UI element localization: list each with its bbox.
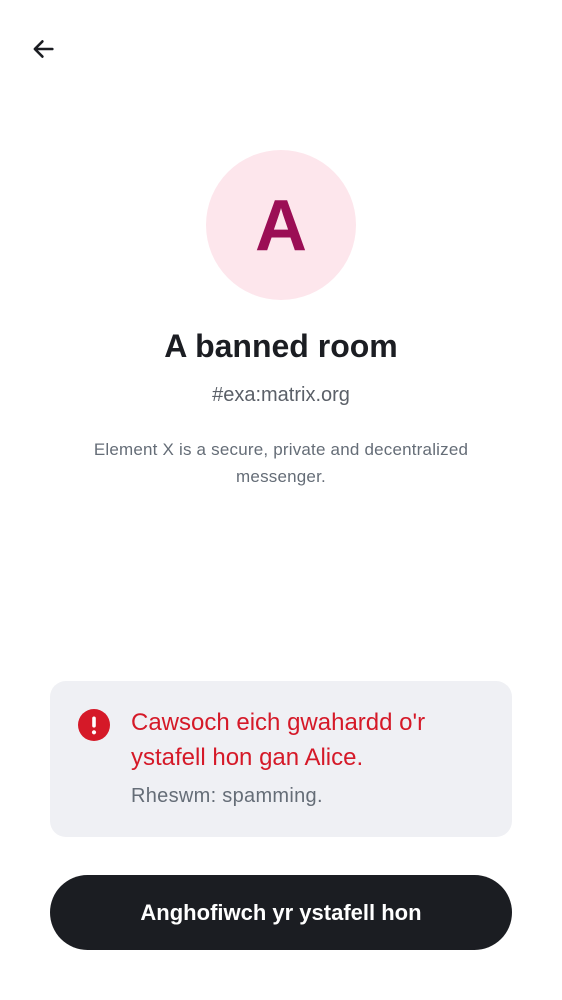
- forget-room-label: Anghofiwch yr ystafell hon: [140, 899, 422, 925]
- ban-notice-reason: Rheswm: spamming.: [131, 785, 323, 807]
- avatar-letter: A: [255, 186, 307, 266]
- ban-notice-card: Cawsoch eich gwahardd o'r ystafell hon g…: [50, 681, 512, 837]
- room-name: A banned room: [164, 328, 398, 364]
- room-topic: Element X is a secure, private and decen…: [93, 440, 469, 486]
- arrow-left-icon: [29, 35, 57, 68]
- back-button[interactable]: [22, 30, 64, 72]
- forget-room-button[interactable]: Anghofiwch yr ystafell hon: [50, 875, 512, 950]
- room-avatar: A: [206, 150, 356, 300]
- room-alias: #exa:matrix.org: [212, 384, 350, 406]
- ban-notice-title: Cawsoch eich gwahardd o'r ystafell hon g…: [131, 709, 426, 771]
- error-icon: [78, 709, 110, 741]
